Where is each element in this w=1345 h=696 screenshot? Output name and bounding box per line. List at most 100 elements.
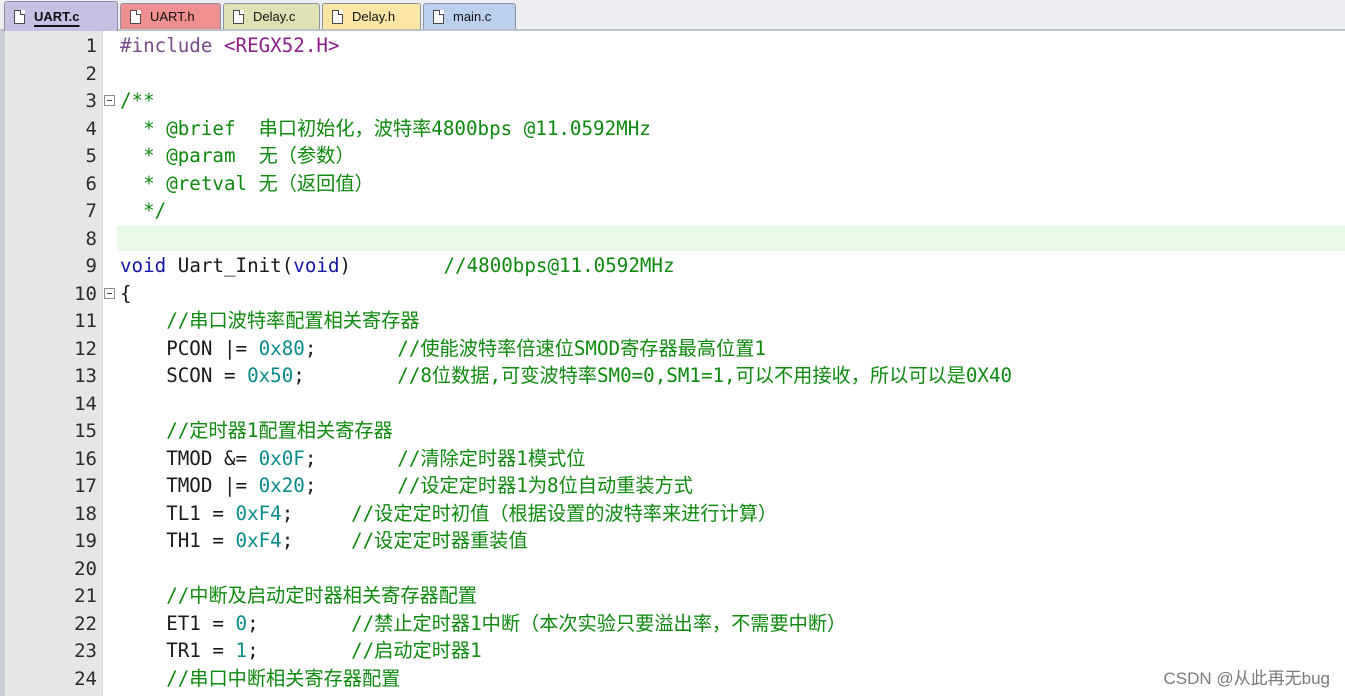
code-token: //串口中断相关寄存器配置 <box>120 666 401 690</box>
code-line[interactable]: 7 */ <box>0 197 1345 225</box>
code-text[interactable]: ET1 = 0; //禁止定时器1中断（本次实验只要溢出率，不需要中断） <box>120 611 846 635</box>
tab-label: main.c <box>453 9 492 24</box>
code-token: //串口波特率配置相关寄存器 <box>120 309 420 332</box>
code-text[interactable]: //定时器1配置相关寄存器 <box>120 420 393 442</box>
line-number: 16 <box>74 447 97 470</box>
code-area[interactable]: 1 #include <REGX52.H> 2 3 /** 4 * @brief 串口初始… <box>0 32 1345 692</box>
code-text[interactable]: * @retval 无（返回值） <box>120 172 374 195</box>
code-text[interactable]: /** <box>120 90 155 112</box>
code-token: PCON |= <box>120 336 259 360</box>
line-number: 14 <box>74 392 97 415</box>
code-line[interactable]: 16 TMOD &= 0x0F; //清除定时器1模式位 <box>0 445 1345 473</box>
code-line[interactable]: 1 #include <REGX52.H> <box>0 32 1345 60</box>
code-text[interactable]: * @param 无（参数） <box>120 144 355 167</box>
code-token: TL1 = <box>120 501 236 525</box>
code-token: 0x50 <box>247 364 294 387</box>
code-token: 0xF4 <box>235 501 282 525</box>
code-line[interactable]: 14 <box>0 390 1345 418</box>
tab-label: UART.h <box>150 9 195 24</box>
code-line[interactable]: 3 /** <box>0 87 1345 115</box>
code-line[interactable]: 18 TL1 = 0xF4; //设定定时初值（根据设置的波特率来进行计算） <box>0 500 1345 528</box>
code-line[interactable]: 11 //串口波特率配置相关寄存器 <box>0 307 1345 335</box>
line-number: 24 <box>74 667 97 690</box>
code-line[interactable]: 24 //串口中断相关寄存器配置 <box>0 665 1345 693</box>
code-token: //使能波特率倍速位SMOD寄存器最高位置1 <box>397 336 766 360</box>
fold-collapse-icon[interactable] <box>104 95 115 106</box>
code-line[interactable]: 5 * @param 无（参数） <box>0 142 1345 170</box>
code-line[interactable]: 22 ET1 = 0; //禁止定时器1中断（本次实验只要溢出率，不需要中断） <box>0 610 1345 638</box>
code-token: Uart_Init( <box>166 254 294 277</box>
code-text[interactable]: //串口中断相关寄存器配置 <box>120 666 401 690</box>
code-line[interactable]: 20 <box>0 555 1345 583</box>
code-text[interactable]: SCON = 0x50; //8位数据,可变波特率SM0=0,SM1=1,可以不… <box>120 365 1012 387</box>
code-text[interactable]: void Uart_Init(void) //4800bps@11.0592MH… <box>120 255 675 277</box>
code-line[interactable]: 4 * @brief 串口初始化，波特率4800bps @11.0592MHz <box>0 115 1345 143</box>
code-text[interactable]: TMOD &= 0x0F; //清除定时器1模式位 <box>120 446 585 470</box>
code-token: //定时器1配置相关寄存器 <box>120 419 393 442</box>
line-number: 10 <box>74 282 97 305</box>
code-text[interactable]: TMOD |= 0x20; //设定定时器1为8位自动重装方式 <box>120 475 693 497</box>
code-token: * @param 无（参数） <box>120 144 355 167</box>
file-icon <box>233 9 244 24</box>
line-number: 4 <box>85 117 97 140</box>
file-icon <box>130 9 141 24</box>
line-number: 19 <box>74 530 97 552</box>
code-line[interactable]: 19 TH1 = 0xF4; //设定定时器重装值 <box>0 527 1345 555</box>
tab-uart-c[interactable]: UART.c <box>4 1 118 31</box>
code-line[interactable]: 8 <box>0 225 1345 253</box>
line-number: 17 <box>74 475 97 497</box>
tab-delay-c[interactable]: Delay.c <box>223 3 320 29</box>
code-line[interactable]: 15 //定时器1配置相关寄存器 <box>0 417 1345 445</box>
tab-delay-h[interactable]: Delay.h <box>322 3 421 29</box>
line-number: 9 <box>85 255 97 277</box>
code-token: TMOD |= <box>120 474 259 497</box>
code-text[interactable]: #include <REGX52.H> <box>120 35 340 57</box>
code-token: <REGX52.H> <box>223 34 340 57</box>
code-token: void <box>120 254 167 277</box>
tab-uart-h[interactable]: UART.h <box>120 3 221 29</box>
code-token: * @brief 串口初始化，波特率4800bps @11.0592MHz <box>120 116 651 140</box>
code-token: //4800bps@11.0592MHz <box>443 254 675 277</box>
code-token: ; <box>304 446 398 470</box>
code-token: TH1 = <box>120 529 236 552</box>
code-text[interactable]: { <box>120 281 132 305</box>
code-text[interactable]: TR1 = 1; //启动定时器1 <box>120 639 481 662</box>
tab-main-c[interactable]: main.c <box>423 3 516 29</box>
code-token: 0xF4 <box>235 529 282 552</box>
tab-label: Delay.c <box>253 9 296 24</box>
code-line[interactable]: 17 TMOD |= 0x20; //设定定时器1为8位自动重装方式 <box>0 472 1345 500</box>
code-token: { <box>120 281 132 305</box>
code-token: #include <box>120 34 224 57</box>
line-number: 20 <box>74 557 97 580</box>
code-line[interactable]: 21 //中断及启动定时器相关寄存器配置 <box>0 582 1345 610</box>
file-icon <box>332 9 343 24</box>
code-token: 0 <box>235 611 248 635</box>
code-text[interactable]: //中断及启动定时器相关寄存器配置 <box>120 585 477 607</box>
code-line[interactable]: 12 PCON |= 0x80; //使能波特率倍速位SMOD寄存器最高位置1 <box>0 335 1345 363</box>
line-number: 3 <box>85 90 97 112</box>
code-editor[interactable]: 1 #include <REGX52.H> 2 3 /** 4 * @brief 串口初始… <box>0 31 1345 696</box>
code-line[interactable]: 13 SCON = 0x50; //8位数据,可变波特率SM0=0,SM1=1,… <box>0 362 1345 390</box>
fold-collapse-icon[interactable] <box>104 287 115 299</box>
code-token: ) <box>339 254 444 277</box>
line-number: 21 <box>74 585 97 607</box>
code-line[interactable]: 10 { <box>0 280 1345 308</box>
code-token: */ <box>120 199 167 222</box>
code-text[interactable]: TL1 = 0xF4; //设定定时初值（根据设置的波特率来进行计算） <box>120 501 777 525</box>
code-token: TR1 = <box>120 639 236 662</box>
code-token: ; <box>247 639 352 662</box>
code-text[interactable]: PCON |= 0x80; //使能波特率倍速位SMOD寄存器最高位置1 <box>120 336 766 360</box>
code-line[interactable]: 2 <box>0 60 1345 88</box>
code-text[interactable]: * @brief 串口初始化，波特率4800bps @11.0592MHz <box>120 116 651 140</box>
code-line[interactable]: 6 * @retval 无（返回值） <box>0 170 1345 198</box>
code-text[interactable]: TH1 = 0xF4; //设定定时器重装值 <box>120 529 527 552</box>
code-token: SCON = <box>120 364 248 387</box>
code-line[interactable]: 23 TR1 = 1; //启动定时器1 <box>0 637 1345 665</box>
code-text[interactable]: //串口波特率配置相关寄存器 <box>120 309 420 332</box>
file-icon <box>14 9 25 24</box>
line-number: 22 <box>74 612 97 635</box>
code-token: 0x80 <box>258 336 305 360</box>
code-text[interactable]: */ <box>120 200 166 222</box>
code-line[interactable]: 9 void Uart_Init(void) //4800bps@11.0592M… <box>0 252 1345 280</box>
code-token: ; <box>247 611 352 635</box>
